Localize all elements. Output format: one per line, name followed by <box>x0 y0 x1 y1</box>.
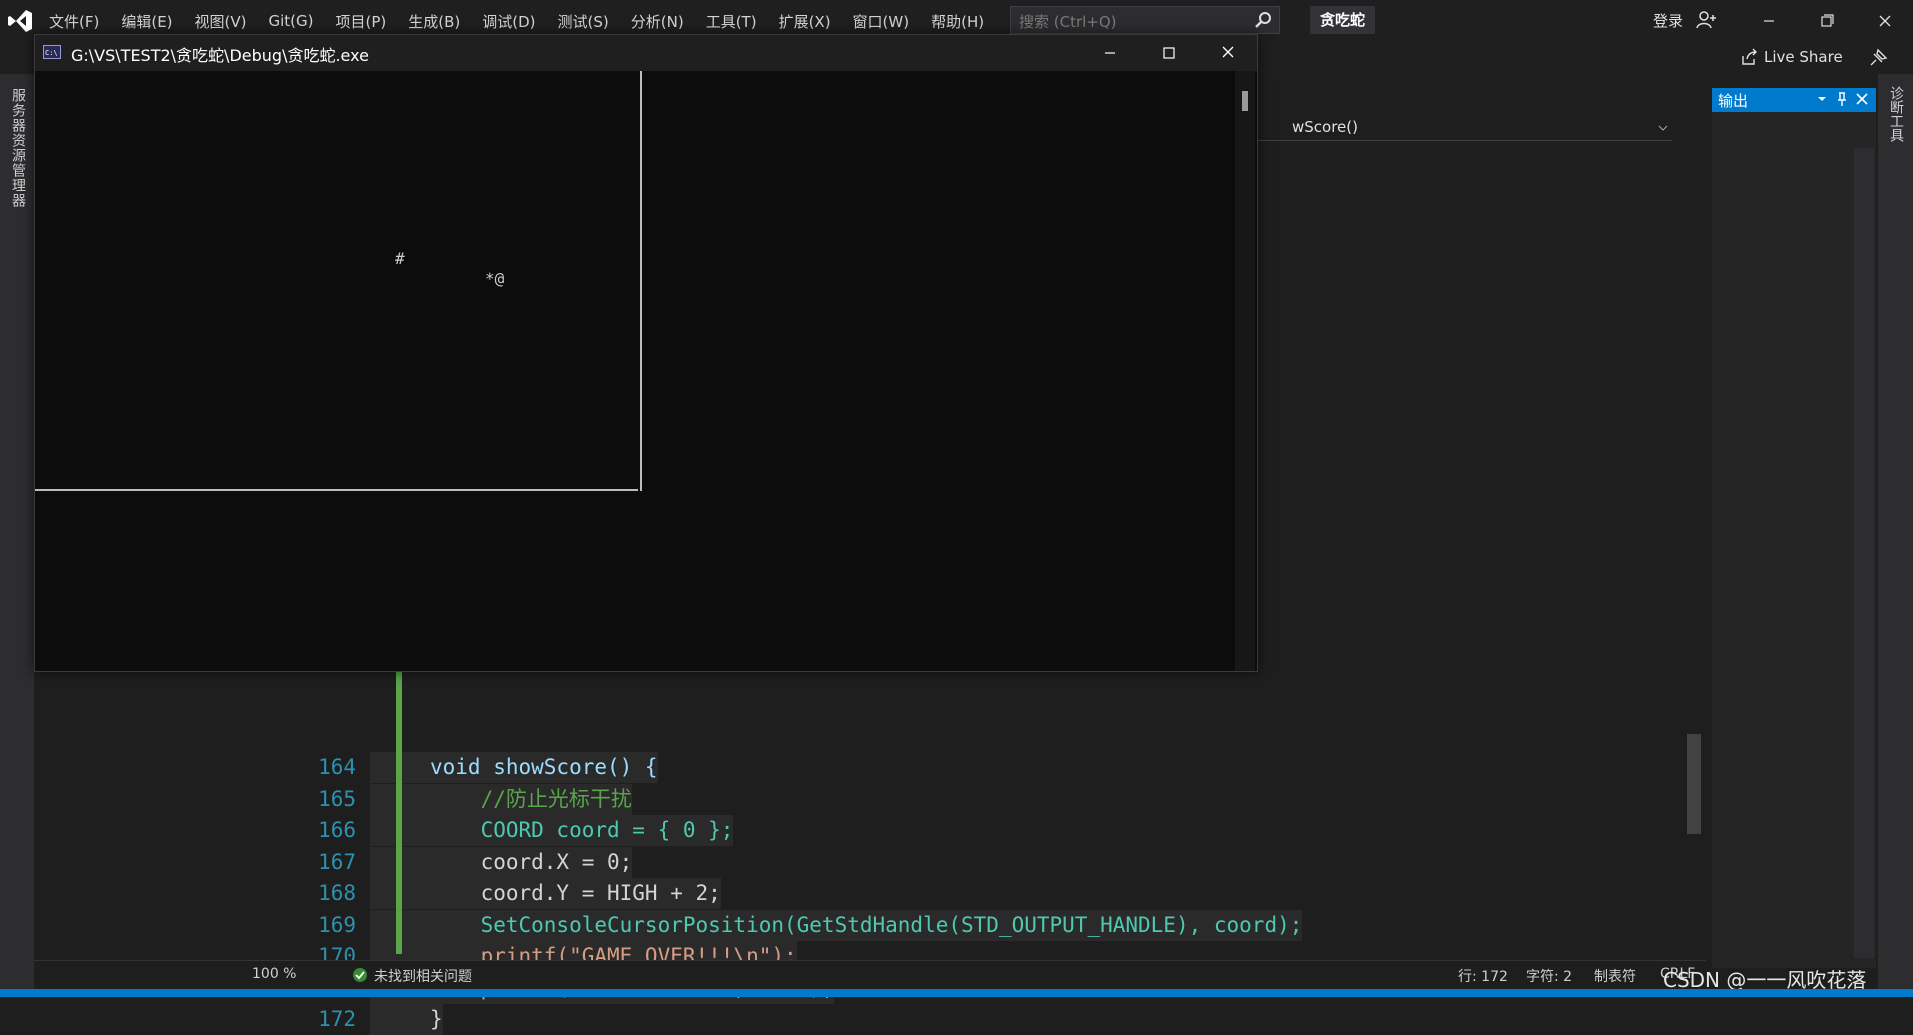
output-panel: 输出 <box>1712 88 1876 968</box>
menu-edit[interactable]: 编辑(E) <box>110 11 183 32</box>
code-text: //防止光标干扰 <box>370 783 632 815</box>
code-text: coord.X = 0; <box>370 846 633 878</box>
zoom-level[interactable]: 100 % <box>252 966 296 982</box>
close-icon[interactable] <box>1854 91 1870 107</box>
code-line: 168 coord.Y = HIGH + 2; <box>270 878 721 909</box>
code-line: 166 COORD coord = { 0 }; <box>270 815 734 846</box>
console-app-icon: C:\ <box>43 45 61 59</box>
code-line: 165 //防止光标干扰 <box>270 783 632 815</box>
console-scrollbar-thumb[interactable] <box>1242 91 1248 111</box>
solution-name-badge: 贪吃蛇 <box>1310 6 1376 34</box>
menu-build[interactable]: 生成(B) <box>397 11 471 32</box>
console-scrollbar[interactable] <box>1235 71 1255 671</box>
code-text: } <box>370 1004 443 1035</box>
diagnostic-tools-label: 诊断工具 <box>1888 86 1904 142</box>
console-title: G:\VS\TEST2\贪吃蛇\Debug\贪吃蛇.exe <box>71 46 369 65</box>
game-border-bottom <box>35 489 638 491</box>
console-output: # *@ <box>35 71 1257 671</box>
tabs-indicator[interactable]: 制表符 <box>1594 966 1636 986</box>
live-share-icon <box>1742 48 1757 65</box>
live-share-label: Live Share <box>1764 48 1843 66</box>
menu-help[interactable]: 帮助(H) <box>920 11 995 32</box>
line-number: 166 <box>318 818 356 842</box>
menu-test[interactable]: 测试(S) <box>547 11 620 32</box>
menu-analyze[interactable]: 分析(N) <box>620 11 695 32</box>
code-line: 167 coord.X = 0; <box>270 846 633 878</box>
menu-file[interactable]: 文件(F) <box>38 11 110 32</box>
line-number: 164 <box>318 755 356 779</box>
console-window[interactable]: C:\ G:\VS\TEST2\贪吃蛇\Debug\贪吃蛇.exe # *@ <box>34 34 1258 672</box>
add-account-icon[interactable] <box>1695 9 1717 31</box>
code-line: 169 SetConsoleCursorPosition(GetStdHandl… <box>270 909 1303 941</box>
search-placeholder: 搜索 (Ctrl+Q) <box>1019 13 1117 31</box>
search-icon <box>1255 12 1271 28</box>
scrollbar-thumb[interactable] <box>1687 734 1701 834</box>
pin-icon[interactable] <box>1834 91 1850 107</box>
restore-icon[interactable] <box>1813 8 1841 34</box>
minimize-icon[interactable] <box>1097 41 1123 65</box>
maximize-icon[interactable] <box>1156 41 1182 65</box>
login-button[interactable]: 登录 <box>1653 10 1683 31</box>
code-text: coord.Y = HIGH + 2; <box>370 878 721 909</box>
output-panel-title: 输出 <box>1718 92 1749 110</box>
line-number: 168 <box>318 881 356 905</box>
menu-extensions[interactable]: 扩展(X) <box>768 11 842 32</box>
svg-text:C:\: C:\ <box>45 49 58 57</box>
console-title-bar[interactable]: C:\ G:\VS\TEST2\贪吃蛇\Debug\贪吃蛇.exe <box>35 35 1257 71</box>
search-input[interactable]: 搜索 (Ctrl+Q) <box>1010 6 1280 34</box>
main-status-bar <box>0 989 1913 997</box>
line-number: 167 <box>318 849 356 874</box>
menu-window[interactable]: 窗口(W) <box>842 11 921 32</box>
issues-status[interactable]: 未找到相关问题 <box>374 966 472 986</box>
output-panel-header[interactable]: 输出 <box>1712 88 1876 112</box>
minimize-icon[interactable] <box>1755 8 1783 34</box>
editor-status-bar: 100 % 未找到相关问题 行: 172 字符: 2 制表符 CRLF <box>34 960 1706 989</box>
menu-git[interactable]: Git(G) <box>258 12 325 30</box>
check-circle-icon <box>353 968 367 982</box>
diagnostic-tools-tab[interactable]: 诊断工具 <box>1878 74 1913 989</box>
change-tracking-bar <box>396 634 402 954</box>
line-indicator: 行: 172 <box>1458 969 1508 985</box>
menu-debug[interactable]: 调试(D) <box>471 11 546 32</box>
code-text: void showScore() { <box>370 752 658 783</box>
code-text: COORD coord = { 0 }; <box>370 815 734 846</box>
code-line: 164 void showScore() { <box>270 752 658 783</box>
feedback-icon[interactable] <box>1868 48 1888 68</box>
output-scrollbar[interactable] <box>1854 148 1874 958</box>
code-text: SetConsoleCursorPosition(GetStdHandle(ST… <box>370 909 1303 941</box>
visual-studio-logo-icon[interactable] <box>6 7 34 35</box>
line-number: 165 <box>318 786 356 811</box>
snake-glyph: *@ <box>485 269 505 288</box>
editor-vertical-scrollbar[interactable] <box>1682 74 1706 960</box>
game-border-right <box>640 71 642 491</box>
menu-view[interactable]: 视图(V) <box>184 11 258 32</box>
food-glyph: # <box>395 249 405 268</box>
code-line: 172} <box>270 1004 443 1035</box>
server-explorer-tab[interactable]: 服务器资源管理器 <box>0 74 34 989</box>
server-explorer-label: 服务器资源管理器 <box>10 88 26 208</box>
close-icon[interactable] <box>1871 8 1899 34</box>
close-icon[interactable] <box>1215 41 1241 65</box>
chevron-down-icon[interactable] <box>1814 91 1830 107</box>
menu-tools[interactable]: 工具(T) <box>695 11 768 32</box>
char-indicator: 字符: 2 <box>1526 969 1573 985</box>
live-share-button[interactable]: Live Share <box>1740 48 1843 66</box>
menu-project[interactable]: 项目(P) <box>325 11 398 32</box>
line-number: 169 <box>318 912 356 937</box>
line-number: 172 <box>318 1007 356 1031</box>
